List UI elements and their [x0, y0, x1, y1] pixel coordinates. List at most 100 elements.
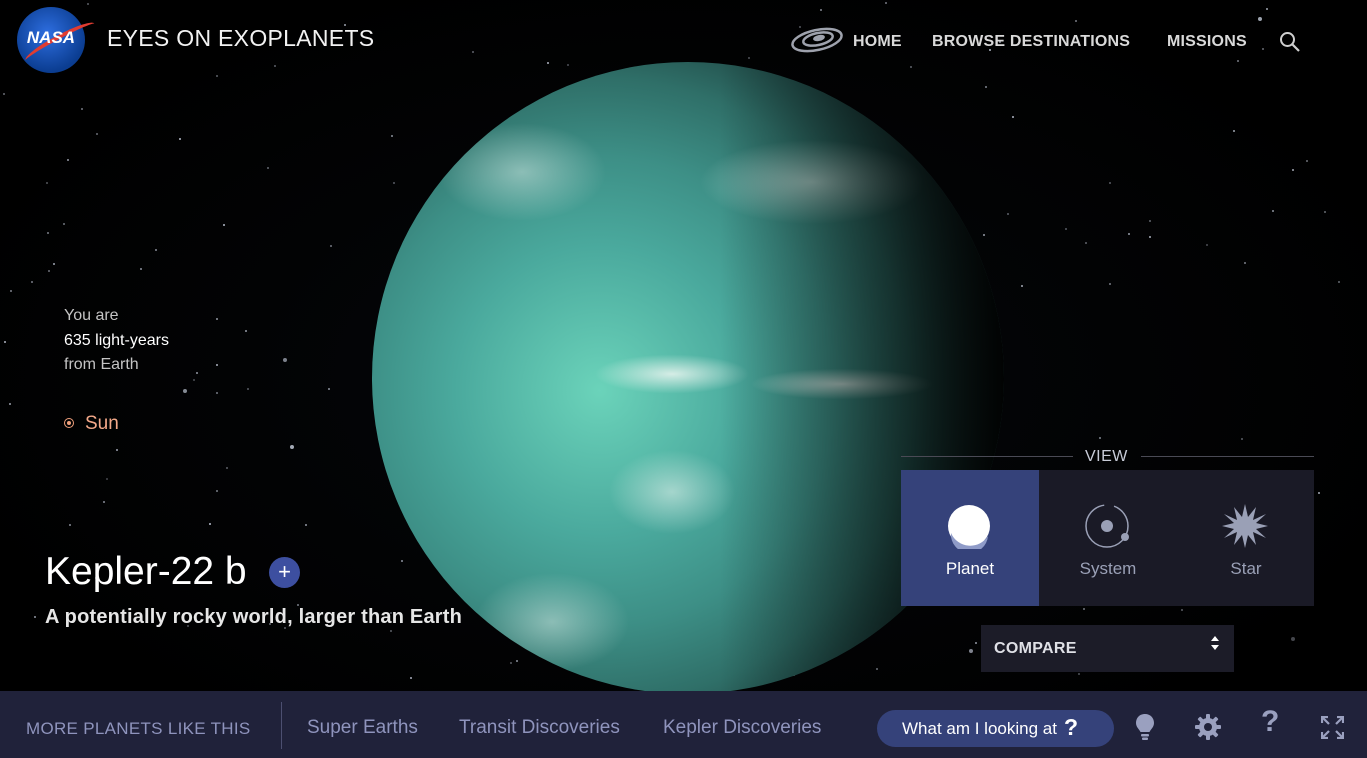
background-star — [1291, 637, 1295, 641]
planet-icon — [948, 505, 990, 549]
background-star — [1109, 182, 1111, 184]
link-super-earths[interactable]: Super Earths — [307, 717, 418, 739]
background-star — [1272, 210, 1274, 212]
background-star — [155, 249, 157, 251]
background-star — [209, 523, 211, 525]
question-mark-icon: ? — [1064, 714, 1079, 740]
background-star — [1292, 169, 1294, 171]
distance-value: 635 light-years — [64, 332, 169, 349]
background-star — [975, 642, 977, 644]
nav-browse-destinations[interactable]: BROWSE DESTINATIONS — [932, 33, 1130, 51]
footer-divider — [281, 702, 282, 749]
background-star — [885, 2, 887, 4]
background-star — [1266, 8, 1268, 10]
app-title[interactable]: EYES ON EXOPLANETS — [107, 25, 374, 52]
background-star — [748, 57, 750, 59]
logo-text: NASA — [26, 28, 76, 47]
background-star — [1012, 116, 1014, 118]
planet-name: Kepler-22 b — [45, 550, 247, 593]
background-star — [1237, 60, 1239, 62]
distance-suffix: from Earth — [64, 356, 139, 373]
view-option-star[interactable]: Star — [1177, 470, 1315, 606]
background-star — [216, 490, 218, 492]
planet-subtitle: A potentially rocky world, larger than E… — [45, 606, 463, 628]
distance-prefix: You are — [64, 307, 119, 324]
background-star — [305, 524, 307, 526]
background-star — [216, 75, 218, 77]
view-heading: VIEW — [1085, 448, 1128, 465]
gear-icon[interactable] — [1195, 714, 1221, 740]
background-star — [67, 159, 69, 161]
what-am-i-looking-at-button[interactable]: What am I looking at ? — [877, 710, 1114, 747]
background-star — [547, 62, 549, 64]
background-star — [10, 290, 12, 292]
view-option-label: System — [1079, 559, 1137, 578]
background-star — [910, 66, 912, 68]
background-star — [116, 449, 118, 451]
sort-arrows-icon — [1211, 636, 1219, 650]
background-star — [31, 281, 33, 283]
footer-bar: MORE PLANETS LIKE THIS Super Earths Tran… — [0, 691, 1367, 758]
background-star — [328, 388, 330, 390]
background-star — [410, 677, 412, 679]
help-icon[interactable]: ? — [1261, 705, 1279, 739]
background-star — [330, 245, 332, 247]
background-star — [516, 660, 518, 662]
background-star — [1099, 437, 1101, 439]
background-star — [274, 65, 276, 67]
background-star — [223, 224, 225, 226]
link-kepler-discoveries[interactable]: Kepler Discoveries — [663, 717, 821, 739]
galaxy-icon[interactable] — [790, 27, 844, 53]
view-divider-right — [1141, 456, 1314, 457]
view-option-label: Star — [1230, 559, 1262, 578]
background-star — [510, 662, 512, 664]
sun-marker-icon[interactable] — [64, 418, 74, 428]
background-star — [3, 93, 5, 95]
view-option-system[interactable]: System — [1039, 470, 1177, 606]
background-star — [985, 86, 987, 88]
compare-select[interactable]: COMPARE — [981, 625, 1234, 672]
fullscreen-icon[interactable] — [1321, 716, 1344, 739]
compare-label: COMPARE — [994, 640, 1077, 657]
background-star — [1244, 262, 1246, 264]
background-star — [226, 467, 228, 469]
nasa-logo[interactable]: NASA — [17, 7, 98, 73]
star-icon — [1222, 504, 1268, 548]
nav-home[interactable]: HOME — [853, 33, 902, 51]
background-star — [106, 478, 108, 480]
view-option-planet[interactable]: Planet — [901, 470, 1039, 606]
background-star — [245, 330, 247, 332]
background-star — [1258, 17, 1262, 21]
background-star — [1083, 608, 1085, 610]
search-icon[interactable] — [1279, 31, 1301, 53]
background-star — [1181, 609, 1183, 611]
background-star — [567, 64, 569, 66]
background-star — [820, 9, 822, 11]
add-planet-button[interactable]: + — [269, 557, 300, 588]
background-star — [193, 379, 195, 381]
background-star — [1318, 492, 1320, 494]
sun-label[interactable]: Sun — [85, 413, 119, 435]
background-star — [53, 263, 55, 265]
background-star — [290, 445, 294, 449]
view-divider-left — [901, 456, 1073, 457]
background-star — [46, 182, 48, 184]
background-star — [393, 182, 395, 184]
link-transit-discoveries[interactable]: Transit Discoveries — [459, 717, 620, 739]
background-star — [267, 167, 269, 169]
background-star — [1262, 48, 1264, 50]
background-star — [140, 268, 142, 270]
nav-missions[interactable]: MISSIONS — [1167, 33, 1247, 51]
background-star — [196, 372, 198, 374]
background-star — [81, 108, 83, 110]
background-star — [876, 668, 878, 670]
background-star — [1021, 285, 1023, 287]
background-star — [401, 560, 403, 562]
background-star — [283, 358, 287, 362]
background-star — [472, 51, 474, 53]
background-star — [216, 318, 218, 320]
background-star — [47, 232, 49, 234]
background-star — [1128, 233, 1130, 235]
background-star — [1075, 20, 1077, 22]
lightbulb-icon[interactable] — [1135, 713, 1155, 741]
